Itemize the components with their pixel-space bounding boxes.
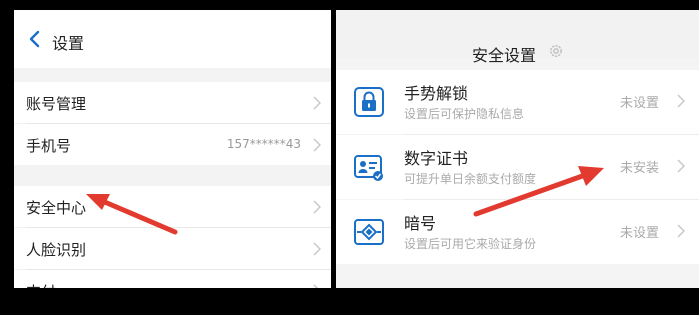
certificate-icon	[354, 155, 383, 181]
chevron-right-icon	[313, 96, 321, 110]
settings-item-label: 安全中心	[26, 199, 87, 217]
status-text: 未设置	[619, 226, 659, 241]
gear-icon[interactable]	[548, 43, 564, 59]
security-item-gesture-unlock[interactable]: 手势解锁 设置后可保护隐私信息 未设置	[336, 70, 699, 134]
status-text: 未安装	[619, 161, 659, 176]
settings-panel: 设置 账号管理 手机号 157******43 安全中心 人脸识别 支付	[14, 10, 331, 288]
security-item-subtitle: 设置后可保护隐私信息	[404, 107, 525, 121]
settings-item-label: 账号管理	[26, 95, 87, 113]
cipher-icon	[354, 219, 384, 245]
security-item-title: 数字证书	[404, 149, 469, 168]
security-item-title: 手势解锁	[404, 84, 469, 103]
settings-item-label: 支付	[26, 281, 56, 288]
settings-item-payment[interactable]: 支付	[14, 270, 331, 288]
lock-icon	[354, 87, 384, 117]
settings-header: 设置	[14, 10, 331, 68]
settings-item-label: 手机号	[26, 137, 72, 155]
settings-item-account[interactable]: 账号管理	[14, 82, 331, 123]
chevron-right-icon	[677, 224, 685, 238]
page-title: 安全设置	[472, 46, 537, 65]
chevron-right-icon	[313, 138, 321, 152]
settings-item-face-recognition[interactable]: 人脸识别	[14, 228, 331, 269]
frame-border-top	[0, 0, 699, 10]
back-chevron-icon[interactable]	[26, 30, 44, 48]
security-item-title: 暗号	[404, 214, 437, 233]
security-item-digital-certificate[interactable]: 数字证书 可提升单日余额支付额度 未安装	[336, 135, 699, 199]
settings-item-security-center[interactable]: 安全中心	[14, 186, 331, 227]
security-settings-panel: 安全设置 手势解锁 设置后可保护隐私信息 未设置 数字证书 可提升单日余额支付额…	[336, 10, 699, 288]
phone-number-value: 157******43	[226, 137, 301, 151]
chevron-right-icon	[677, 159, 685, 173]
chevron-right-icon	[313, 200, 321, 214]
frame-border-bottom	[0, 288, 699, 315]
chevron-right-icon	[677, 94, 685, 108]
security-item-subtitle: 设置后可用它来验证身份	[404, 237, 537, 251]
settings-item-label: 人脸识别	[26, 241, 87, 259]
security-item-subtitle: 可提升单日余额支付额度	[404, 172, 537, 186]
chevron-right-icon	[313, 242, 321, 256]
settings-item-phone[interactable]: 手机号 157******43	[14, 124, 331, 165]
security-item-cipher[interactable]: 暗号 设置后可用它来验证身份 未设置	[336, 200, 699, 264]
page-title: 设置	[52, 34, 85, 53]
panel-divider	[331, 0, 336, 315]
status-text: 未设置	[619, 96, 659, 111]
